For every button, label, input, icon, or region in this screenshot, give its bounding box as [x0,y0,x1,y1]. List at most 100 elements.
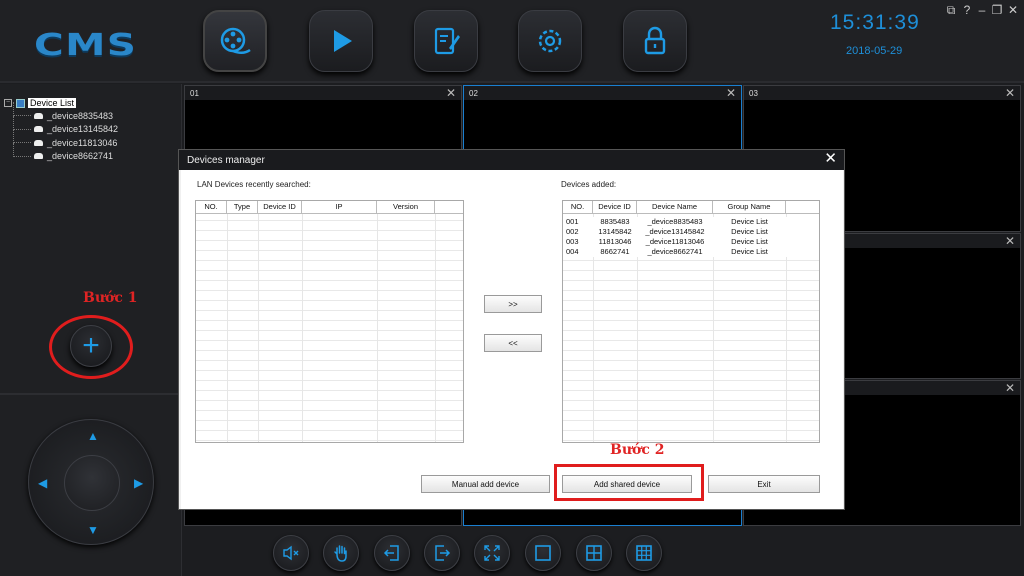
cell: 13145842 [598,227,632,236]
tree-item[interactable]: _device11813046 [4,129,118,150]
tree-item[interactable]: _device13145842 [4,115,118,137]
cell: 8662741 [600,247,630,256]
cell: 004 [566,247,579,256]
column-divider [435,214,436,442]
mute-icon [283,545,299,561]
devices-manager-dialog: Devices manager ✕ LAN Devices recently s… [178,149,845,510]
cell: Device List [731,237,768,246]
camera-icon [34,153,43,160]
video-reel-icon [220,27,251,54]
settings-button[interactable] [518,10,582,72]
step2-annotation: Bước 2 [610,442,665,458]
network-status-icon[interactable]: ⧉ [944,3,958,17]
mute-button[interactable] [273,535,309,571]
move-right-button[interactable]: >> [484,295,542,313]
clock-time: 15:31:39 [830,11,920,34]
ptz-control[interactable]: ▲ ▼ ◀ ▶ [28,419,154,545]
column-header[interactable]: Device Name [637,201,713,213]
minimize-icon[interactable]: – [975,3,989,17]
cell: 8835483 [600,217,630,226]
add-device-button[interactable]: + [70,325,112,367]
column-divider [377,214,378,442]
tile-close-icon[interactable]: ✕ [1005,86,1015,100]
tree-root[interactable]: − Device List [4,97,118,109]
cell: _device8662741 [647,247,703,256]
tile-close-icon[interactable]: ✕ [1005,234,1015,248]
camera-icon [34,126,43,133]
column-header[interactable]: Device ID [593,201,637,213]
column-header[interactable]: Version [377,201,435,213]
table-row[interactable]: 003 11813046 _device11813046 Device List [563,237,819,247]
cell: 001 [566,217,579,226]
layout-9-icon [636,545,652,561]
tile-label: 01 [190,88,199,98]
close-icon[interactable]: ✕ [1006,3,1020,17]
tile-close-icon[interactable]: ✕ [446,86,456,100]
ptz-right-icon[interactable]: ▶ [134,477,143,489]
cell: _device11813046 [645,237,705,246]
play-icon [334,30,352,52]
tree-item[interactable]: _device8835483 [4,102,118,123]
device-tree: − Device List _device8835483 _device1314… [4,97,118,163]
column-header[interactable]: Type [227,201,258,213]
layout-4-button[interactable] [576,535,612,571]
column-header[interactable]: NO. [196,201,227,213]
log-button[interactable] [414,10,478,72]
exit-button[interactable]: Exit [708,475,820,493]
clock-date: 2018-05-29 [846,45,903,57]
ptz-left-icon[interactable]: ◀ [38,477,47,489]
lock-button[interactable] [623,10,687,72]
tree-root-label[interactable]: Device List [28,98,77,108]
column-divider [258,214,259,442]
manual-add-device-button[interactable]: Manual add device [421,475,550,493]
live-view-button[interactable] [203,10,267,72]
cell: Device List [731,217,768,226]
fullscreen-button[interactable] [474,535,510,571]
ptz-hand-button[interactable] [323,535,359,571]
playback-button[interactable] [309,10,373,72]
column-header[interactable]: NO. [563,201,593,213]
layout-1-button[interactable] [525,535,561,571]
lan-devices-table[interactable]: NO. Type Device ID IP Version [195,200,464,443]
tile-label: 02 [469,88,478,98]
table-row[interactable]: 004 8662741 _device8662741 Device List [563,247,819,257]
ptz-down-icon[interactable]: ▼ [87,524,99,536]
cell: 002 [566,227,579,236]
move-left-button[interactable]: << [484,334,542,352]
app-logo: CMS [34,28,138,63]
help-icon[interactable]: ? [960,3,974,17]
ptz-up-icon[interactable]: ▲ [87,430,99,442]
cell: Device List [731,247,768,256]
camera-icon [34,112,43,119]
lock-icon [644,26,666,55]
step2-highlight [554,464,704,501]
hand-icon [334,545,347,562]
lan-devices-caption: LAN Devices recently searched: [197,180,311,189]
table-row[interactable]: 002 13145842 _device13145842 Device List [563,227,819,237]
column-header[interactable]: IP [302,201,377,213]
column-header[interactable]: Device ID [258,201,302,213]
collapse-icon[interactable]: − [4,99,12,107]
ptz-center[interactable] [64,455,120,511]
tile-close-icon[interactable]: ✕ [726,86,736,100]
tile-close-icon[interactable]: ✕ [1005,381,1015,395]
gear-icon [538,29,562,53]
dialog-close-icon[interactable]: ✕ [824,151,837,167]
devices-added-table[interactable]: NO. Device ID Device Name Group Name 001… [562,200,820,443]
table-row[interactable]: 001 8835483 _device8835483 Device List [563,217,819,227]
layout-9-button[interactable] [626,535,662,571]
exit-right-button[interactable] [424,535,460,571]
left-panel: − Device List _device8835483 _device1314… [0,84,182,576]
column-divider [302,214,303,442]
dialog-body: LAN Devices recently searched: Devices a… [181,170,843,509]
tree-item[interactable]: _device8662741 [4,142,118,164]
layout-1-icon [535,545,551,561]
tree-item-label: _device8835483 [47,110,114,121]
restore-icon[interactable]: ❐ [990,3,1004,17]
column-header[interactable]: Group Name [713,201,786,213]
exit-left-button[interactable] [374,535,410,571]
dialog-title: Devices manager [179,150,844,170]
edit-document-icon [434,27,460,55]
exit-left-icon [383,545,399,561]
top-bar: CMS 15:31:39 2018-05-29 ⧉ ? – ❐ ✕ [0,0,1024,83]
